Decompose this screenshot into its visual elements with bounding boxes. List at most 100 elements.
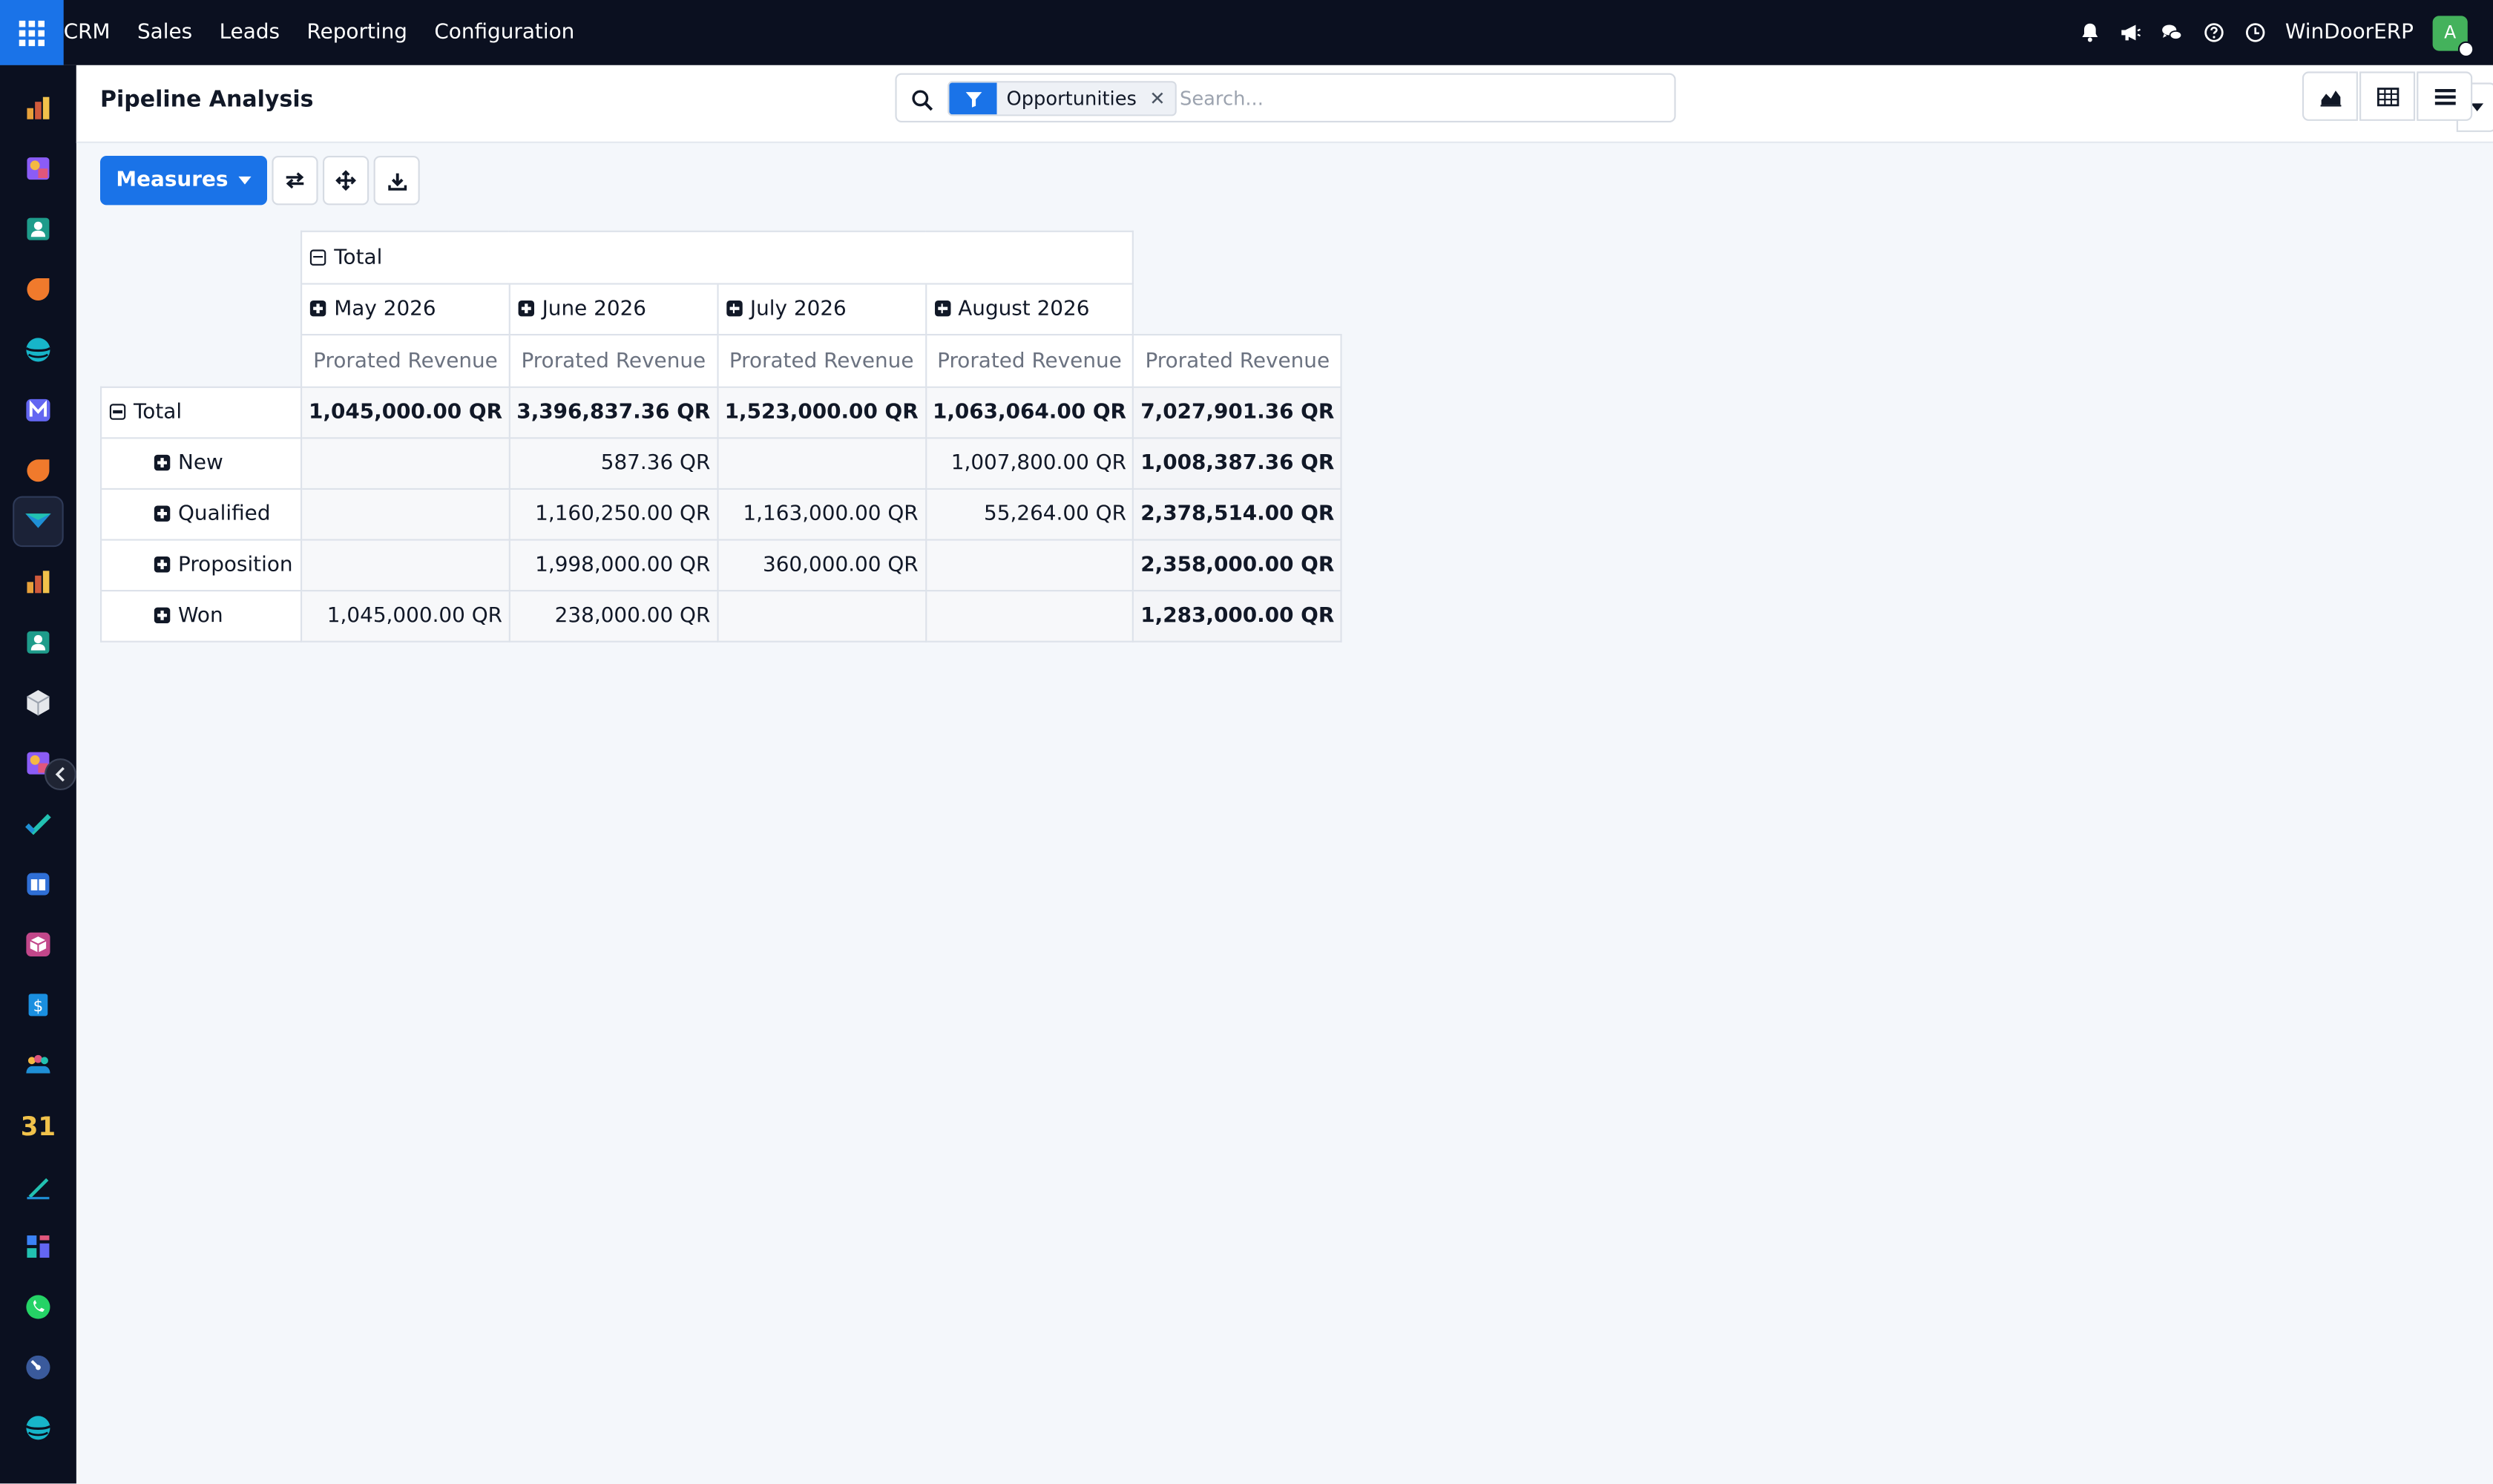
apps-menu-button[interactable] [0, 0, 64, 65]
row-header-won[interactable]: Won [100, 590, 303, 643]
menu-crm[interactable]: CRM [64, 21, 111, 45]
control-panel: Pipeline Analysis Opportunities ✕ [76, 65, 2493, 143]
page-title: Pipeline Analysis [100, 87, 314, 114]
measure-header[interactable]: Prorated Revenue [508, 334, 719, 388]
row-header-total[interactable]: Total [100, 386, 303, 439]
measure-header[interactable]: Prorated Revenue [924, 334, 1134, 388]
clock-icon[interactable] [2244, 22, 2266, 44]
row-header-qualified[interactable]: Qualified [100, 487, 303, 541]
sign-app-icon[interactable] [13, 1160, 64, 1212]
cell-value[interactable]: 1,998,000.00 QR [508, 539, 719, 592]
pivot-corner-3 [1134, 284, 1341, 335]
discuss-app-icon[interactable] [13, 445, 64, 496]
cell-value[interactable] [300, 539, 510, 592]
cell-total[interactable]: 1,008,387.36 QR [1132, 437, 1343, 490]
expand-icon [310, 301, 326, 317]
cell-value[interactable]: 587.36 QR [508, 437, 719, 490]
expand-icon [154, 505, 171, 522]
row-label: New [178, 451, 223, 476]
menu-leads[interactable]: Leads [220, 21, 280, 45]
bell-icon[interactable] [2078, 22, 2101, 44]
flip-axis-button[interactable] [272, 156, 319, 206]
main-menu: CRM Sales Leads Reporting Configuration [64, 0, 602, 65]
column-header-august[interactable]: August 2026 [924, 283, 1134, 336]
row-header-proposition[interactable]: Proposition [100, 539, 303, 592]
charts-app-icon[interactable] [13, 556, 64, 608]
check-app-icon[interactable] [13, 798, 64, 850]
measure-header[interactable]: Prorated Revenue [300, 334, 510, 388]
row-label: Won [178, 604, 223, 628]
graph-view-button[interactable] [2302, 71, 2358, 121]
cell-value[interactable]: 1,523,000.00 QR [716, 386, 927, 439]
arrows-icon [336, 170, 358, 191]
timer-app-icon[interactable] [13, 1342, 64, 1393]
cell-value[interactable] [924, 539, 1134, 592]
search-bar: Opportunities ✕ [895, 73, 2493, 132]
measure-header[interactable]: Prorated Revenue [1132, 334, 1343, 388]
download-button[interactable] [374, 156, 421, 206]
employees-app-icon[interactable] [13, 1040, 64, 1091]
megaphone-icon[interactable] [2120, 22, 2142, 44]
sidebar-collapse-button[interactable] [45, 758, 76, 791]
cell-value[interactable] [716, 437, 927, 490]
search-facet: Opportunities ✕ [947, 81, 1177, 116]
globe-app-icon[interactable] [13, 1402, 64, 1454]
cell-value[interactable]: 1,045,000.00 QR [300, 590, 510, 643]
cell-value[interactable] [300, 437, 510, 490]
cell-value[interactable]: 1,045,000.00 QR [300, 386, 510, 439]
row-header-new[interactable]: New [100, 437, 303, 490]
knowledge-app-icon[interactable] [13, 858, 64, 910]
cell-value[interactable]: 3,396,837.36 QR [508, 386, 719, 439]
menu-configuration[interactable]: Configuration [434, 21, 574, 45]
cell-value[interactable] [924, 590, 1134, 643]
search-icon[interactable] [911, 88, 933, 111]
menu-sales[interactable]: Sales [137, 21, 192, 45]
cell-total[interactable]: 1,283,000.00 QR [1132, 590, 1343, 643]
mail-app-icon[interactable] [13, 385, 64, 436]
cell-total[interactable]: 2,358,000.00 QR [1132, 539, 1343, 592]
help-icon[interactable] [2202, 22, 2224, 44]
user-avatar[interactable]: A [2432, 15, 2474, 57]
company-name[interactable]: WinDoorERP [2285, 21, 2414, 45]
cell-value[interactable]: 1,163,000.00 QR [716, 487, 927, 541]
cell-value[interactable]: 1,063,064.00 QR [924, 386, 1134, 439]
column-header-may[interactable]: May 2026 [300, 283, 510, 336]
cell-value[interactable] [300, 487, 510, 541]
search-input[interactable] [1180, 82, 1626, 115]
measure-header[interactable]: Prorated Revenue [716, 334, 927, 388]
cell-value[interactable]: 238,000.00 QR [508, 590, 719, 643]
expand-icon [934, 301, 950, 317]
cell-value[interactable]: 1,160,250.00 QR [508, 487, 719, 541]
crm-app-icon[interactable] [13, 264, 64, 315]
column-header-total[interactable]: Total [300, 230, 1134, 285]
pipeline-app-icon[interactable] [13, 496, 64, 548]
chat-icon[interactable] [2161, 22, 2184, 44]
cell-total[interactable]: 2,378,514.00 QR [1132, 487, 1343, 541]
cell-value[interactable]: 1,007,800.00 QR [924, 437, 1134, 490]
measures-button[interactable]: Measures [100, 156, 269, 206]
status-dot [2457, 40, 2474, 57]
column-header-june[interactable]: June 2026 [508, 283, 719, 336]
inventory-app-icon[interactable] [13, 919, 64, 971]
dashboard-app-icon[interactable] [13, 1221, 64, 1273]
sphere-app-icon[interactable] [13, 324, 64, 375]
bar-chart-app-icon[interactable] [13, 82, 64, 134]
cell-value[interactable]: 360,000.00 QR [716, 539, 927, 592]
remove-facet-icon[interactable]: ✕ [1149, 82, 1166, 114]
whatsapp-app-icon[interactable] [13, 1281, 64, 1333]
cell-value[interactable] [716, 590, 927, 643]
expand-all-button[interactable] [323, 156, 370, 206]
menu-reporting[interactable]: Reporting [306, 21, 407, 45]
column-header-july[interactable]: July 2026 [716, 283, 927, 336]
cube-app-icon[interactable] [13, 677, 64, 729]
calendar-app-icon[interactable]: 31 [13, 1100, 64, 1152]
cell-value[interactable]: 55,264.00 QR [924, 487, 1134, 541]
list-view-button[interactable] [2417, 71, 2473, 121]
pivot-view-button[interactable] [2359, 71, 2416, 121]
puzzle-app-icon[interactable] [13, 143, 64, 194]
contacts-app-2-icon[interactable] [13, 617, 64, 668]
cell-total[interactable]: 7,027,901.36 QR [1132, 386, 1343, 439]
systray: WinDoorERP A [2078, 0, 2474, 65]
contacts-app-icon[interactable] [13, 203, 64, 255]
invoice-app-icon[interactable]: $ [13, 979, 64, 1031]
